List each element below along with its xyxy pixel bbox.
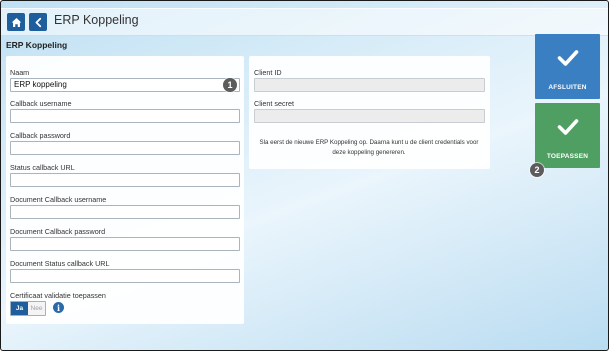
callback-username-label: Callback username — [10, 99, 72, 108]
afsluiten-button[interactable]: AFSLUITEN — [535, 34, 600, 99]
back-button[interactable] — [29, 13, 47, 31]
status-callback-url-input[interactable] — [10, 173, 240, 187]
callback-username-input[interactable] — [10, 109, 240, 123]
certificaat-label: Certificaat validatie toepassen — [10, 291, 106, 300]
chevron-left-icon — [35, 17, 41, 27]
checkmark-icon — [557, 50, 578, 66]
callout-badge-2: 2 — [530, 163, 544, 177]
callout-badge-1: 1 — [223, 78, 237, 92]
document-callback-username-input[interactable] — [10, 205, 240, 219]
document-callback-password-label: Document Callback password — [10, 227, 106, 236]
toggle-nee[interactable]: Nee — [28, 302, 45, 315]
document-callback-password-input[interactable] — [10, 237, 240, 251]
client-secret-label: Client secret — [254, 99, 294, 108]
client-id-input — [254, 78, 485, 92]
callback-password-input[interactable] — [10, 141, 240, 155]
naam-input[interactable]: ERP koppeling — [10, 78, 240, 92]
home-icon — [11, 17, 21, 27]
info-icon[interactable]: i — [53, 302, 64, 313]
document-status-callback-url-input[interactable] — [10, 269, 240, 283]
header-bar: ERP Koppeling — [1, 8, 608, 36]
checkmark-icon — [557, 119, 578, 135]
document-status-callback-url-label: Document Status callback URL — [10, 259, 110, 268]
credentials-note: Sla eerst de nieuwe ERP Koppeling op. Da… — [259, 139, 479, 156]
client-id-label: Client ID — [254, 68, 282, 77]
page-title: ERP Koppeling — [54, 13, 139, 27]
toggle-ja[interactable]: Ja — [11, 302, 28, 315]
toepassen-label: TOEPASSEN — [546, 153, 589, 160]
app-window: ERP Koppeling ERP Koppeling Naam ERP kop… — [0, 0, 609, 351]
form-panel — [6, 56, 244, 324]
certificaat-toggle: Ja Nee — [10, 301, 46, 316]
section-title: ERP Koppeling — [6, 40, 68, 50]
toepassen-button[interactable]: TOEPASSEN — [535, 103, 600, 168]
naam-label: Naam — [10, 68, 30, 77]
afsluiten-label: AFSLUITEN — [548, 84, 587, 91]
callback-password-label: Callback password — [10, 131, 71, 140]
status-callback-url-label: Status callback URL — [10, 163, 75, 172]
client-secret-input — [254, 109, 485, 123]
document-callback-username-label: Document Callback username — [10, 195, 107, 204]
home-button[interactable] — [7, 13, 25, 31]
